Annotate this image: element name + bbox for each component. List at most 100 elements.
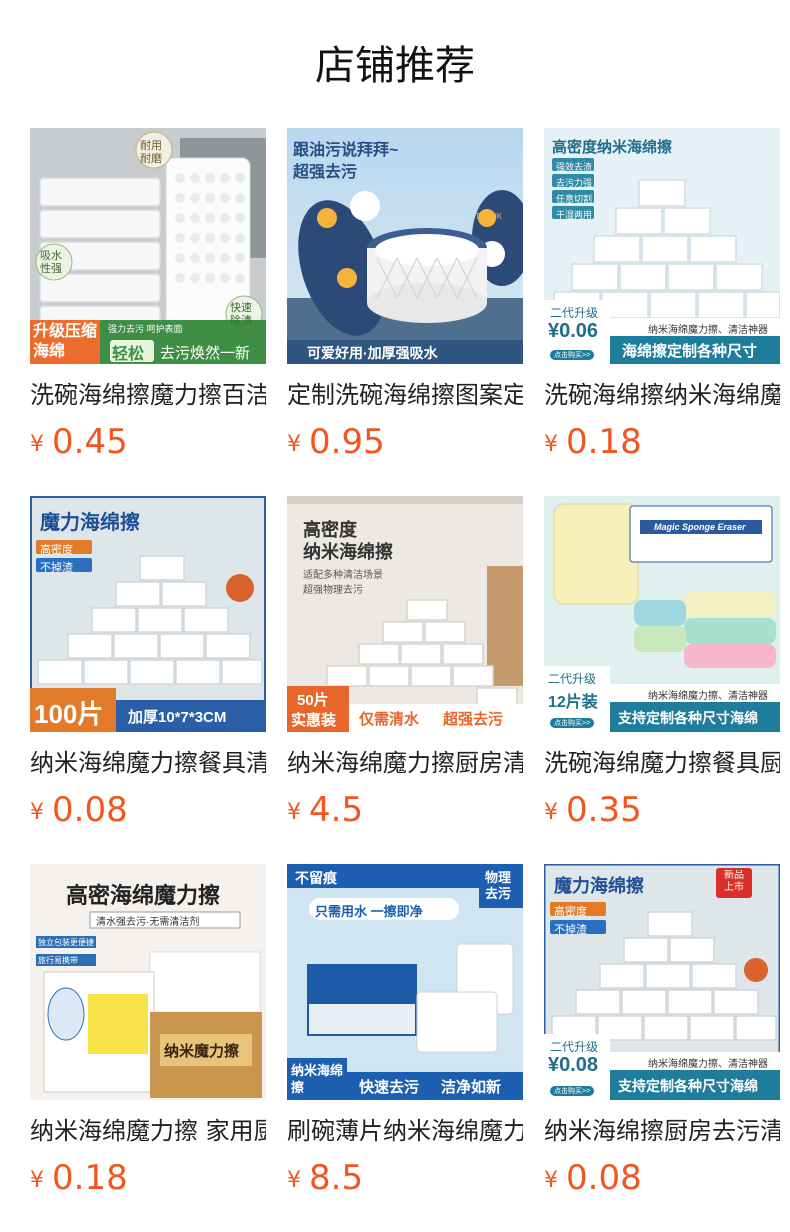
image-headline: 纳米海绵擦 xyxy=(303,542,393,562)
image-banner-text: 100片 xyxy=(34,699,104,729)
price-value: 0.95 xyxy=(309,422,385,462)
price-value: 0.08 xyxy=(52,790,128,830)
image-tag: 二代升级 xyxy=(548,672,597,686)
product-price: ¥0.18 xyxy=(30,1154,266,1202)
image-banner-text: 支持定制各种尺寸海绵 xyxy=(618,710,758,726)
image-banner-text: 强力去污 呵护表面 xyxy=(108,324,183,334)
image-banner-text: 快速去污 xyxy=(359,1079,420,1096)
image-price-tag: ¥0.06 xyxy=(548,320,599,342)
image-headline: 魔力海绵擦 xyxy=(40,512,140,534)
currency-symbol: ¥ xyxy=(544,800,558,825)
image-headline: 跟油污说拜拜~ xyxy=(293,142,399,159)
product-name[interactable]: 定制洗碗海绵擦图案定制 xyxy=(287,378,523,412)
image-banner-text: 支持定制各种尺寸海绵 xyxy=(618,1078,758,1094)
product-card[interactable]: 魔力海绵擦 高密度 不掉渣 100片 加厚10*7*3CM 纳米海绵魔力擦餐具清… xyxy=(30,496,266,834)
image-tag: 12片装 xyxy=(548,694,598,711)
image-headline: 魔力海绵擦 xyxy=(554,876,644,896)
price-value: 8.5 xyxy=(309,1158,364,1198)
product-card[interactable]: 魔力海绵擦 新品上市 高密度 不掉渣 二代升级 ¥0.08 点击购买>> 纳米海… xyxy=(544,864,780,1202)
product-image[interactable]: 高密海绵魔力擦 清水强去污·无需清洁剂 独立包装更便捷 旅行易携带 纳米魔力擦 xyxy=(30,864,266,1100)
product-name[interactable]: 洗碗海绵魔力擦餐具厨房 xyxy=(544,746,780,780)
image-tag: 不留痕 xyxy=(295,870,337,886)
image-headline: 高密海绵魔力擦 xyxy=(66,883,221,908)
price-value: 0.35 xyxy=(566,790,642,830)
image-banner-text: 实惠装 xyxy=(291,712,337,729)
image-headline: 超强去污 xyxy=(293,164,358,181)
product-image[interactable]: 跟油污说拜拜~ 超强去污 可爱好用·加厚强吸水 THANK xyxy=(287,128,523,364)
product-image[interactable]: 高密度纳米海绵擦 强效去渍 去污力强 任意切割 干湿两用 二代升级 ¥0.06 … xyxy=(544,128,780,364)
price-value: 4.5 xyxy=(309,790,364,830)
image-banner-text: 去污焕然一新 xyxy=(160,345,251,362)
image-tag: 独立包装更便捷 xyxy=(38,938,94,947)
image-tag: Magic Sponge Eraser xyxy=(654,522,746,532)
image-tag: 高密度 xyxy=(554,906,587,918)
price-value: 0.18 xyxy=(52,1158,128,1198)
page-title: 店铺推荐 xyxy=(315,43,475,89)
product-name[interactable]: 纳米海绵魔力擦 家用厨房 xyxy=(30,1114,266,1148)
product-card[interactable]: 耐用耐磨 吸水性强 快速除渍 升级压缩海绵 强力去污 呵护表面 轻松 去污焕然一… xyxy=(30,128,266,466)
product-name[interactable]: 纳米海绵魔力擦餐具清洁 xyxy=(30,746,266,780)
image-tag: 纳米海绵魔力擦、清洁神器 xyxy=(648,325,768,336)
image-tag: 点击购买>> xyxy=(554,1088,591,1095)
product-price: ¥4.5 xyxy=(287,786,523,834)
product-card[interactable]: 高密度 纳米海绵擦 适配多种清洁场景 超强物理去污 50片 实惠装 仅需清水 超… xyxy=(287,496,523,834)
image-tag: 耐用耐磨 xyxy=(140,140,162,165)
product-name[interactable]: 洗碗海绵擦纳米海绵魔力 xyxy=(544,378,780,412)
image-banner-text: 超强去污 xyxy=(443,711,504,728)
image-headline: 只需用水 一擦即净 xyxy=(315,904,423,919)
product-image[interactable]: 不留痕 物理去污 只需用水 一擦即净 纳米海绵擦 快速去污 洁净如新 xyxy=(287,864,523,1100)
currency-symbol: ¥ xyxy=(30,432,44,457)
currency-symbol: ¥ xyxy=(287,432,301,457)
product-price: ¥0.45 xyxy=(30,418,266,466)
currency-symbol: ¥ xyxy=(287,1168,301,1193)
image-banner-text: 海绵擦定制各种尺寸 xyxy=(622,343,758,360)
image-tag: 二代升级 xyxy=(550,1040,599,1054)
image-tag: 点击购买>> xyxy=(554,352,591,359)
product-price: ¥0.18 xyxy=(544,418,780,466)
image-tag: 适配多种清洁场景 xyxy=(303,570,383,581)
image-banner-text: 纳米海绵擦 xyxy=(291,1063,343,1095)
product-card[interactable]: Magic Sponge Eraser 二代升级 12片装 点击购买>> 纳米海… xyxy=(544,496,780,834)
product-name[interactable]: 洗碗海绵擦魔力擦百洁 xyxy=(30,378,266,412)
image-tag: 点击购买>> xyxy=(554,720,591,727)
currency-symbol: ¥ xyxy=(544,1168,558,1193)
image-headline: 高密度纳米海绵擦 xyxy=(552,139,673,156)
currency-symbol: ¥ xyxy=(30,1168,44,1193)
image-tag: 高密度 xyxy=(40,544,73,556)
image-tag: 二代升级 xyxy=(550,306,599,320)
currency-symbol: ¥ xyxy=(30,800,44,825)
product-price: ¥0.35 xyxy=(544,786,780,834)
image-tag: 吸水性强 xyxy=(40,250,62,275)
product-image[interactable]: Magic Sponge Eraser 二代升级 12片装 点击购买>> 纳米海… xyxy=(544,496,780,732)
price-value: 0.08 xyxy=(566,1158,642,1198)
image-price-tag: ¥0.08 xyxy=(548,1054,599,1076)
image-banner-text: 仅需清水 xyxy=(359,711,420,728)
image-banner-text: 升级压缩海绵 xyxy=(33,323,97,360)
image-tag: 强效去渍 xyxy=(556,162,593,172)
product-card[interactable]: 不留痕 物理去污 只需用水 一擦即净 纳米海绵擦 快速去污 洁净如新 刷碗薄片纳… xyxy=(287,864,523,1202)
image-banner-text: 50片 xyxy=(297,692,329,709)
new-badge: 新品上市 xyxy=(724,870,744,893)
product-image[interactable]: 魔力海绵擦 高密度 不掉渣 100片 加厚10*7*3CM xyxy=(30,496,266,732)
currency-symbol: ¥ xyxy=(544,432,558,457)
product-image[interactable]: 耐用耐磨 吸水性强 快速除渍 升级压缩海绵 强力去污 呵护表面 轻松 去污焕然一… xyxy=(30,128,266,364)
store-recommendation-page: 店铺推荐 耐用耐磨 吸水性强 快速除渍 升级压缩海绵 强力去污 呵护表面 轻松 … xyxy=(0,0,790,1232)
product-card[interactable]: 跟油污说拜拜~ 超强去污 可爱好用·加厚强吸水 THANK 定制洗碗海绵擦图案定… xyxy=(287,128,523,466)
product-name[interactable]: 纳米海绵魔力擦厨房清洁 xyxy=(287,746,523,780)
image-tag: 干湿两用 xyxy=(556,210,593,220)
product-name[interactable]: 刷碗薄片纳米海绵魔力擦 xyxy=(287,1114,523,1148)
image-tag: 任意切割 xyxy=(556,194,593,204)
currency-symbol: ¥ xyxy=(287,800,301,825)
product-card[interactable]: 高密海绵魔力擦 清水强去污·无需清洁剂 独立包装更便捷 旅行易携带 纳米魔力擦 … xyxy=(30,864,266,1202)
product-price: ¥0.95 xyxy=(287,418,523,466)
image-tag: 清水强去污·无需清洁剂 xyxy=(96,917,200,928)
product-price: ¥0.08 xyxy=(30,786,266,834)
product-image[interactable]: 高密度 纳米海绵擦 适配多种清洁场景 超强物理去污 50片 实惠装 仅需清水 超… xyxy=(287,496,523,732)
product-price: ¥8.5 xyxy=(287,1154,523,1202)
product-image[interactable]: 魔力海绵擦 新品上市 高密度 不掉渣 二代升级 ¥0.08 点击购买>> 纳米海… xyxy=(544,864,780,1100)
product-card[interactable]: 高密度纳米海绵擦 强效去渍 去污力强 任意切割 干湿两用 二代升级 ¥0.06 … xyxy=(544,128,780,466)
image-banner-text: 可爱好用·加厚强吸水 xyxy=(307,345,438,361)
product-name[interactable]: 纳米海绵擦厨房去污清洁 xyxy=(544,1114,780,1148)
product-price: ¥0.08 xyxy=(544,1154,780,1202)
image-tag: 不掉渣 xyxy=(554,924,587,936)
